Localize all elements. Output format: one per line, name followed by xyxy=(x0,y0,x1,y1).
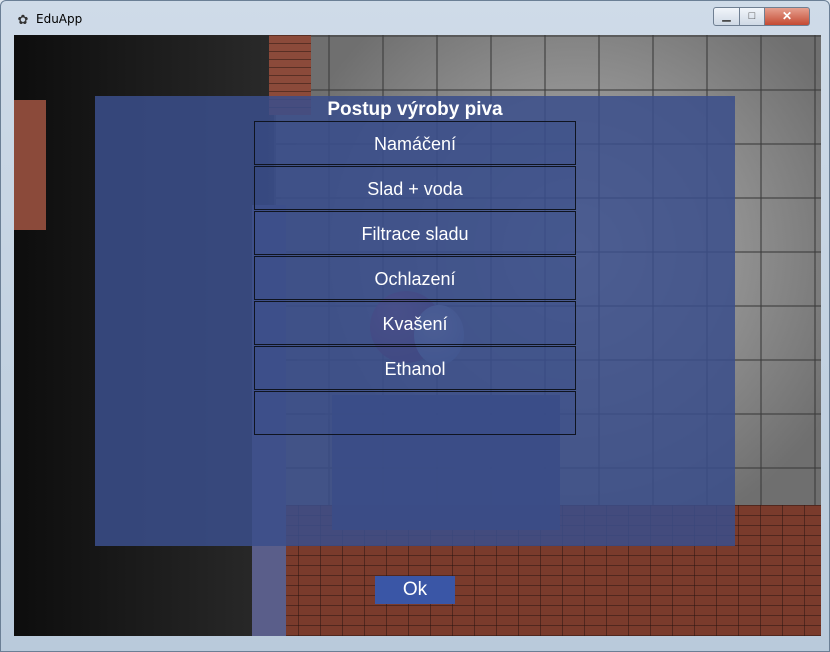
ok-button[interactable]: Ok xyxy=(375,576,455,604)
step-item-empty[interactable] xyxy=(254,391,576,435)
step-item[interactable]: Ochlazení xyxy=(254,256,576,300)
maximize-icon: □ xyxy=(748,10,756,22)
close-icon: ✕ xyxy=(781,9,793,23)
step-item[interactable]: Slad + voda xyxy=(254,166,576,210)
close-button[interactable]: ✕ xyxy=(764,7,810,26)
step-item[interactable]: Kvašení xyxy=(254,301,576,345)
window-title: EduApp xyxy=(36,12,83,26)
process-dialog: Postup výroby piva Namáčení Slad + voda … xyxy=(95,96,735,546)
app-window: ✿ EduApp ▁ □ ✕ Postup výroby piva Namáče… xyxy=(0,0,830,652)
minimize-button[interactable]: ▁ xyxy=(713,7,740,26)
step-item[interactable]: Filtrace sladu xyxy=(254,211,576,255)
step-item[interactable]: Ethanol xyxy=(254,346,576,390)
title-bar[interactable]: ✿ EduApp ▁ □ ✕ xyxy=(1,1,829,35)
dialog-title: Postup výroby piva xyxy=(327,99,503,120)
scene-viewport[interactable]: Postup výroby piva Namáčení Slad + voda … xyxy=(14,35,821,636)
app-icon: ✿ xyxy=(17,12,29,27)
minimize-icon: ▁ xyxy=(722,10,731,22)
scene-brick-side xyxy=(14,100,46,230)
step-item[interactable]: Namáčení xyxy=(254,121,576,165)
maximize-button[interactable]: □ xyxy=(739,7,765,26)
step-list: Namáčení Slad + voda Filtrace sladu Ochl… xyxy=(254,121,576,436)
